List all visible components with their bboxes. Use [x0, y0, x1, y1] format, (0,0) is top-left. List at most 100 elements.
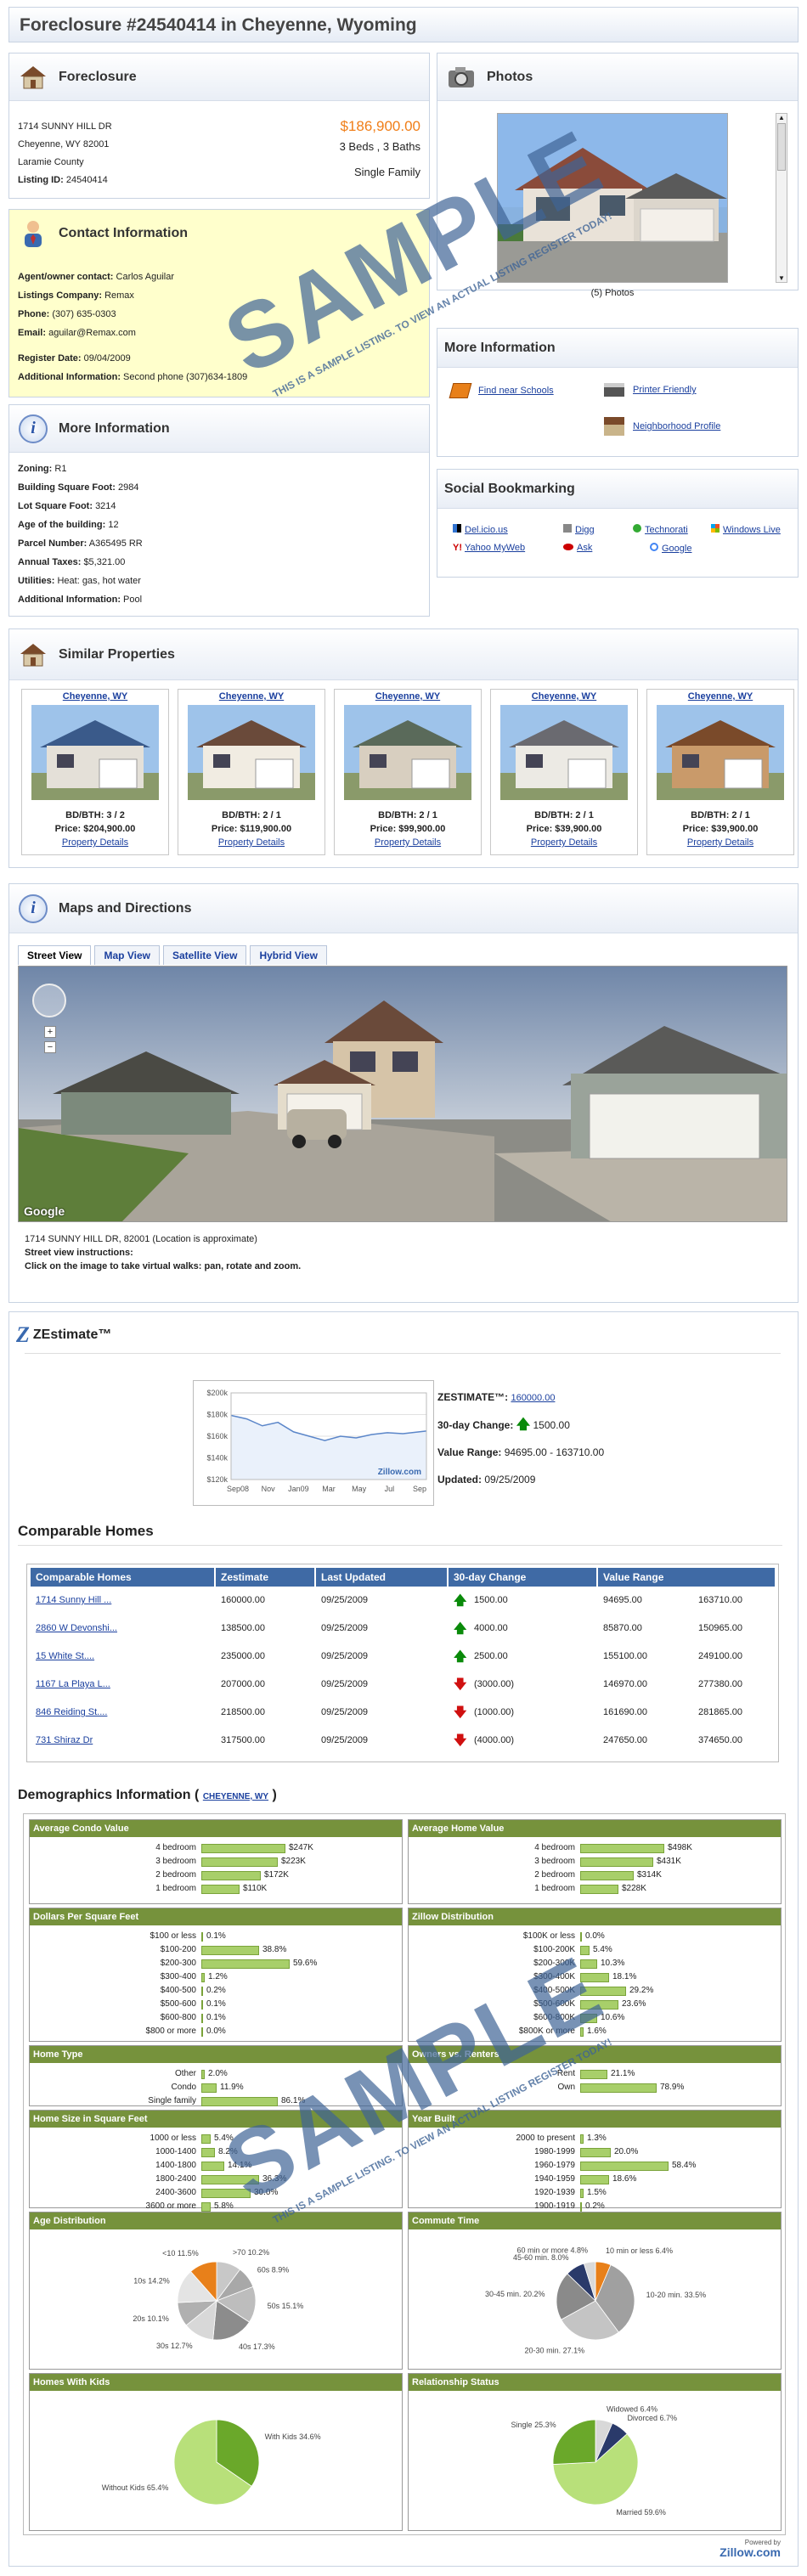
find-schools-label[interactable]: Find near Schools [478, 386, 554, 396]
similar-city-link[interactable]: Cheyenne, WY [491, 691, 637, 702]
pan-control[interactable] [32, 984, 66, 1017]
comparable-home-link[interactable]: 1714 Sunny Hill ... [36, 1587, 111, 1615]
similar-property-photo[interactable] [344, 705, 471, 800]
pie-label: With Kids 34.6% [265, 2432, 321, 2441]
demographics-bar-value: 0.2% [206, 1986, 226, 1995]
demographics-bar-label: 1000-1400 [155, 2147, 196, 2156]
property-details-link[interactable]: Property Details [178, 836, 324, 849]
scroll-up-icon[interactable]: ▲ [776, 114, 787, 121]
similar-property-photo[interactable] [500, 705, 628, 800]
demographics-bar-row: 1400-1800 14.1% [30, 2160, 404, 2172]
technorati-link[interactable]: Technorati [633, 524, 688, 535]
demographics-bar-value: 0.1% [206, 1931, 226, 1941]
demographics-bar [580, 2014, 597, 2023]
pie-label: 60 min or more 4.8% [516, 2246, 588, 2255]
windows-live-link[interactable]: Windows Live [711, 524, 781, 535]
property-details-link[interactable]: Property Details [22, 836, 168, 849]
printer-friendly-label[interactable]: Printer Friendly [633, 385, 697, 395]
demographics-bar-value: 0.0% [206, 2026, 226, 2036]
photo-scrollbar[interactable]: ▲ ▼ [776, 113, 787, 283]
chart-ytick: $120k [206, 1475, 228, 1484]
similar-city-link[interactable]: Cheyenne, WY [335, 691, 481, 702]
zoom-in-button[interactable]: + [44, 1026, 56, 1038]
demographics-bar [201, 2097, 278, 2106]
comparable-home-link[interactable]: 1167 La Playa L... [36, 1671, 110, 1699]
find-schools-link[interactable]: Find near Schools [449, 383, 554, 398]
comparable-zestimate: 317500.00 [221, 1735, 265, 1745]
neighborhood-profile-link[interactable]: Neighborhood Profile [604, 417, 720, 436]
range-label: Value Range: [437, 1446, 502, 1458]
contact-label: Agent/owner contact: [18, 272, 114, 282]
zillow-logo: Zillow.com [720, 2545, 781, 2559]
similar-city-link[interactable]: Cheyenne, WY [178, 691, 324, 702]
street-view-image[interactable]: + − Google [18, 966, 787, 1222]
pie-label: 10 min or less 6.4% [606, 2246, 673, 2255]
scroll-down-icon[interactable]: ▼ [776, 274, 787, 282]
ask-link[interactable]: Ask [563, 543, 592, 553]
tab-map-view[interactable]: Map View [94, 945, 160, 965]
comparable-change: (1000.00) [474, 1707, 515, 1717]
demographics-bar [580, 2000, 618, 2010]
contact-label: Register Date: [18, 353, 82, 364]
neighborhood-profile-label[interactable]: Neighborhood Profile [633, 421, 720, 431]
comparable-range-low: 161690.00 [603, 1707, 647, 1717]
comparable-home-link[interactable]: 731 Shiraz Dr [36, 1727, 93, 1755]
zestimate-value[interactable]: 160000.00 [511, 1393, 555, 1403]
comparable-column-header: Comparable Homes [31, 1568, 214, 1587]
demographics-bar-label: Own [557, 2083, 575, 2092]
demographics-bar-row: $500-600K 23.6% [409, 1998, 782, 2010]
demographics-bar-label: 3 bedroom [534, 1857, 575, 1866]
google-link[interactable]: Google [650, 543, 691, 554]
similar-property-photo[interactable] [31, 705, 159, 800]
demographics-bar-label: $100-200 [160, 1945, 196, 1954]
similar-price: Price: $39,900.00 [526, 824, 602, 834]
demographics-bar [580, 2202, 582, 2212]
chart-ytick: $160k [206, 1432, 228, 1440]
demographics-bar-label: 1920-1939 [534, 2188, 575, 2197]
similar-city-link[interactable]: Cheyenne, WY [647, 691, 793, 702]
chart-xtick: Sep08 [227, 1485, 249, 1493]
demographics-bar-row: $100 or less 0.1% [30, 1931, 404, 1942]
pie-label: 40s 17.3% [239, 2342, 275, 2351]
foreclosure-panel: Foreclosure 1714 SUNNY HILL DR Cheyenne,… [8, 53, 430, 199]
demographics-bar-label: 2400-3600 [155, 2188, 196, 2197]
similar-property-photo[interactable] [657, 705, 784, 800]
comparable-home-link[interactable]: 2860 W Devonshi... [36, 1615, 117, 1643]
printer-friendly-link[interactable]: Printer Friendly [604, 383, 697, 397]
comparable-home-link[interactable]: 15 White St.... [36, 1643, 94, 1671]
contact-value: aguilar@Remax.com [48, 328, 136, 338]
tab-street-view[interactable]: Street View [18, 945, 92, 965]
more-info-row: Building Square Foot: 2984 [18, 478, 417, 497]
demographics-bar [580, 1932, 582, 1942]
comparable-change: 4000.00 [474, 1623, 508, 1633]
similar-city-link[interactable]: Cheyenne, WY [22, 691, 168, 702]
map-tabs: Street View Map View Satellite View Hybrid … [18, 945, 330, 965]
demographics-bar [201, 1959, 290, 1969]
more-info-value: Pool [123, 595, 143, 605]
property-details-link[interactable]: Property Details [647, 836, 793, 849]
demographics-bar-label: Condo [171, 2083, 196, 2092]
more-info-row: Age of the building: 12 [18, 516, 417, 534]
property-details-link[interactable]: Property Details [335, 836, 481, 849]
zoom-out-button[interactable]: − [44, 1041, 56, 1053]
delicious-link[interactable]: Del.icio.us [453, 524, 508, 535]
more-info-value: A365495 RR [88, 538, 143, 549]
digg-link[interactable]: Digg [563, 524, 595, 535]
tab-hybrid-view[interactable]: Hybrid View [250, 945, 327, 965]
yahoo-myweb-link[interactable]: Y! Yahoo MyWeb [453, 543, 525, 553]
contact-heading: Contact Information [59, 226, 188, 240]
main-photo[interactable] [497, 113, 728, 283]
scroll-thumb[interactable] [777, 123, 786, 171]
page-title-bar: Foreclosure #24540414 in Cheyenne, Wyomi… [8, 7, 799, 42]
demographics-city-link[interactable]: CHEYENNE, WY [203, 1792, 268, 1801]
demographics-bar [201, 2148, 215, 2157]
demographics-bar [201, 1987, 203, 1996]
comparable-home-link[interactable]: 846 Reiding St.... [36, 1699, 107, 1727]
more-info-label: Lot Square Foot: [18, 501, 93, 511]
tab-satellite-view[interactable]: Satellite View [162, 945, 247, 965]
comparable-change: (4000.00) [474, 1735, 515, 1745]
property-details-link[interactable]: Property Details [491, 836, 637, 849]
similar-bdbth: BD/BTH: 2 / 1 [534, 810, 594, 820]
similar-property-photo[interactable] [188, 705, 315, 800]
demographics-bar-row: 2 bedroom $314K [409, 1869, 782, 1881]
